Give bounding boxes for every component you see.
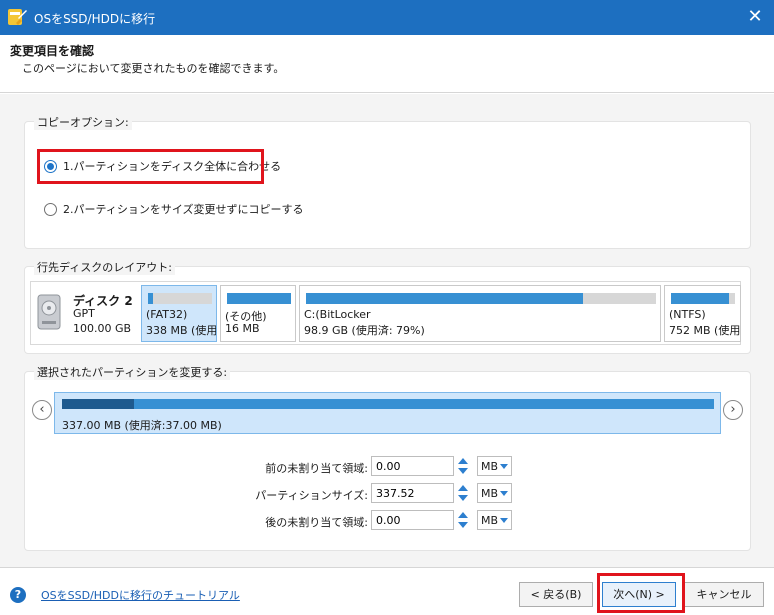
page-header: 変更項目を確認 このページにおいて変更されたものを確認できます。: [0, 35, 774, 93]
partition-size: 752 MB (使用: [669, 324, 741, 337]
stepper-unallocated-after[interactable]: [456, 510, 470, 530]
unit-select-unallocated-after[interactable]: MB: [477, 510, 512, 530]
change-partition-label: 選択されたパーティションを変更する:: [34, 364, 231, 380]
stepper-partition-size[interactable]: [456, 483, 470, 503]
selected-partition-text: 337.00 MB (使用済:37.00 MB): [62, 419, 222, 432]
disk-size: 100.00 GB: [73, 322, 132, 335]
disk-type: GPT: [73, 307, 95, 320]
partition-label: (FAT32): [146, 308, 188, 321]
cancel-button[interactable]: キャンセル: [684, 582, 764, 607]
stepper-unallocated-before[interactable]: [456, 456, 470, 476]
partition-label: C:(BitLocker: [304, 308, 371, 321]
unit-select-partition-size[interactable]: MB: [477, 483, 512, 503]
partition-usage-bar: [227, 293, 291, 304]
unit-value: MB: [481, 460, 499, 473]
spin-up-icon[interactable]: [458, 512, 468, 518]
title-bar: OSをSSD/HDDに移行 ✕: [0, 0, 774, 35]
selected-partition-block[interactable]: 337.00 MB (使用済:37.00 MB): [54, 392, 721, 434]
spin-down-icon[interactable]: [458, 495, 468, 501]
highlight-box-option1: [37, 149, 264, 184]
partition-label: (NTFS): [669, 308, 706, 321]
app-logo-icon: [8, 9, 27, 25]
field-label-partition-size: パーティションサイズ:: [255, 489, 368, 502]
partition-size: 338 MB (使用: [146, 324, 217, 337]
unallocated-after-input[interactable]: [371, 510, 454, 530]
disk-info: ディスク 2 GPT 100.00 GB: [31, 282, 139, 344]
partition-ntfs[interactable]: (NTFS) 752 MB (使用: [664, 285, 741, 342]
spin-down-icon[interactable]: [458, 522, 468, 528]
spin-up-icon[interactable]: [458, 485, 468, 491]
highlight-box-next: [597, 573, 685, 613]
dropdown-caret-icon: [500, 491, 508, 496]
radio-copy-without-resize[interactable]: 2.パーティションをサイズ変更せずにコピーする: [44, 201, 304, 217]
spin-down-icon[interactable]: [458, 468, 468, 474]
page-title: 変更項目を確認: [10, 44, 95, 58]
partition-size: 98.9 GB (使用済: 79%): [304, 324, 425, 337]
partition-size: 16 MB: [225, 322, 260, 335]
help-icon[interactable]: ?: [10, 587, 26, 603]
unit-value: MB: [481, 487, 499, 500]
field-label-unallocated-after: 後の未割り当て領域:: [265, 516, 368, 529]
dropdown-caret-icon: [500, 464, 508, 469]
partition-size-input[interactable]: [371, 483, 454, 503]
target-layout-label: 行先ディスクのレイアウト:: [34, 259, 175, 275]
spin-up-icon[interactable]: [458, 458, 468, 464]
hard-disk-icon: [37, 294, 61, 330]
chevron-right-icon[interactable]: ›: [723, 400, 743, 420]
radio-unchecked-icon[interactable]: [44, 202, 57, 216]
unit-value: MB: [481, 514, 499, 527]
dropdown-caret-icon: [500, 518, 508, 523]
partition-usage-bar: [148, 293, 212, 304]
partition-bitlocker[interactable]: C:(BitLocker 98.9 GB (使用済: 79%): [299, 285, 661, 342]
copy-options-group: [24, 121, 751, 249]
partition-usage-bar: [306, 293, 656, 304]
unallocated-before-input[interactable]: [371, 456, 454, 476]
unit-select-unallocated-before[interactable]: MB: [477, 456, 512, 476]
partition-other[interactable]: (その他) 16 MB: [220, 285, 296, 342]
window-title: OSをSSD/HDDに移行: [34, 12, 156, 26]
partition-fat32[interactable]: (FAT32) 338 MB (使用: [141, 285, 217, 342]
selected-partition-usage-bar: [62, 399, 714, 409]
field-label-unallocated-before: 前の未割り当て領域:: [265, 462, 368, 475]
back-button[interactable]: < 戻る(B): [519, 582, 593, 607]
chevron-left-icon[interactable]: ‹: [32, 400, 52, 420]
radio-copy-without-resize-label: 2.パーティションをサイズ変更せずにコピーする: [63, 203, 304, 216]
partition-usage-bar: [671, 293, 735, 304]
disk-map: ディスク 2 GPT 100.00 GB (FAT32) 338 MB (使用 …: [30, 281, 741, 345]
tutorial-link[interactable]: OSをSSD/HDDに移行のチュートリアル: [41, 587, 240, 603]
copy-options-label: コピーオプション:: [34, 114, 132, 130]
page-subtitle: このページにおいて変更されたものを確認できます。: [22, 62, 285, 75]
close-icon[interactable]: ✕: [736, 0, 774, 35]
